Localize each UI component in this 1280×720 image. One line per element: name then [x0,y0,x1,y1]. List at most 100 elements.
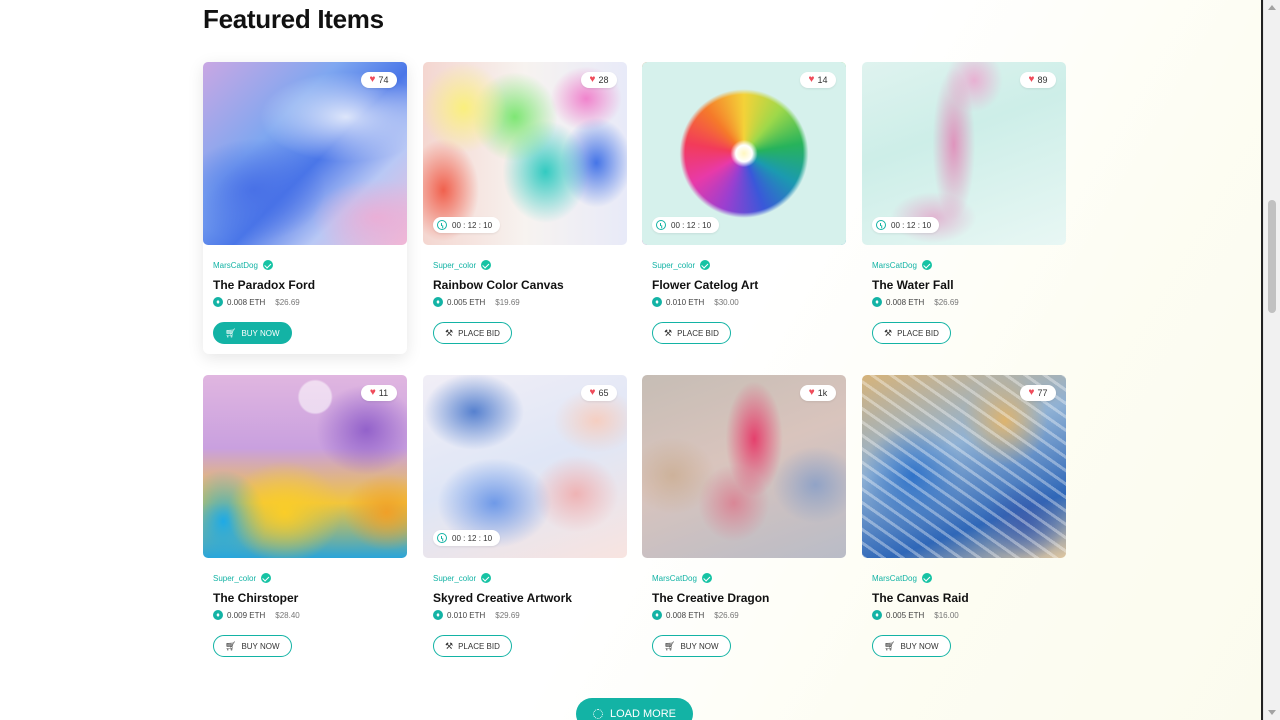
artwork-image[interactable]: ♥ 77 [862,375,1066,558]
heart-icon: ♥ [369,387,376,398]
artwork-image[interactable]: ♥ 65 00 : 12 : 10 [423,375,627,558]
load-more-button[interactable]: LOAD MORE [576,698,693,720]
cart-icon: 🛒︎ [225,640,237,651]
like-badge[interactable]: ♥ 74 [361,72,397,88]
heart-icon: ♥ [589,387,596,398]
artwork-image[interactable]: ♥ 74 [203,62,407,245]
eth-price: 0.005 ETH [447,297,486,307]
buy-now-button[interactable]: 🛒︎ BUY NOW [213,322,292,344]
eth-price: 0.010 ETH [666,297,705,307]
like-badge[interactable]: ♥ 65 [581,385,617,401]
item-title[interactable]: The Water Fall [872,277,1058,293]
item-title[interactable]: The Canvas Raid [872,590,1058,606]
scroll-up-arrow-icon[interactable] [1268,5,1276,10]
owner-name[interactable]: Super_color [213,574,256,583]
heart-icon: ♥ [1028,387,1035,398]
eth-price: 0.008 ETH [227,297,266,307]
cart-icon: 🛒︎ [664,640,676,651]
scrollbar-thumb[interactable] [1268,200,1276,313]
gavel-icon: ⚒ [884,327,893,338]
eth-price: 0.005 ETH [886,610,925,620]
usd-price: $19.69 [495,297,520,307]
eth-icon: ♦ [872,610,882,620]
item-card[interactable]: ♥ 65 00 : 12 : 10 Super_color Skyred Crea… [423,375,627,667]
owner-name[interactable]: MarsCatDog [872,574,917,583]
item-card[interactable]: ♥ 11 Super_color The Chirstoper ♦ 0.009 ET… [203,375,407,667]
cart-icon: 🛒︎ [225,327,237,338]
artwork-image[interactable]: ♥ 11 [203,375,407,558]
vertical-scrollbar[interactable] [1263,0,1280,720]
item-title[interactable]: Rainbow Color Canvas [433,277,619,293]
like-badge[interactable]: ♥ 89 [1020,72,1056,88]
owner-name[interactable]: Super_color [433,574,476,583]
heart-icon: ♥ [369,74,376,85]
item-title[interactable]: The Paradox Ford [213,277,399,293]
item-card[interactable]: ♥ 1k MarsCatDog The Creative Dragon ♦ 0.00… [642,375,846,667]
item-title[interactable]: Flower Catelog Art [652,277,838,293]
item-card[interactable]: ♥ 77 MarsCatDog The Canvas Raid ♦ 0.005 ET… [862,375,1066,667]
eth-price: 0.009 ETH [227,610,266,620]
like-badge[interactable]: ♥ 11 [361,385,397,401]
owner-name[interactable]: Super_color [652,261,695,270]
item-title[interactable]: The Creative Dragon [652,590,838,606]
scroll-down-arrow-icon[interactable] [1268,710,1276,715]
artwork-image[interactable]: ♥ 1k [642,375,846,558]
featured-items-grid: ♥ 74 MarsCatDog The Paradox Ford ♦ 0.008 E… [0,0,1280,720]
heart-icon: ♥ [808,387,815,398]
verified-icon [701,573,712,583]
usd-price: $16.00 [934,610,959,620]
artwork-image[interactable]: ♥ 89 00 : 12 : 10 [862,62,1066,245]
item-card[interactable]: ♥ 14 00 : 12 : 10 Super_color Flower Cate… [642,62,846,354]
clock-icon [876,220,886,230]
countdown-timer: 00 : 12 : 10 [433,530,501,546]
clock-icon [437,220,447,230]
like-badge[interactable]: ♥ 1k [800,385,836,401]
artwork-image[interactable]: ♥ 14 00 : 12 : 10 [642,62,846,245]
verified-icon [481,573,492,583]
countdown-timer: 00 : 12 : 10 [433,217,501,233]
buy-now-button[interactable]: 🛒︎ BUY NOW [652,635,731,657]
eth-price: 0.008 ETH [886,297,925,307]
item-title[interactable]: Skyred Creative Artwork [433,590,619,606]
item-card[interactable]: ♥ 28 00 : 12 : 10 Super_color Rainbow Col… [423,62,627,354]
countdown-timer: 00 : 12 : 10 [872,217,940,233]
eth-icon: ♦ [213,297,223,307]
usd-price: $30.00 [714,297,739,307]
verified-icon [921,573,932,583]
item-card[interactable]: ♥ 89 00 : 12 : 10 MarsCatDog The Water Fa… [862,62,1066,354]
eth-icon: ♦ [872,297,882,307]
spinner-icon [592,709,603,719]
usd-price: $29.69 [495,610,520,620]
item-title[interactable]: The Chirstoper [213,590,399,606]
verified-icon [481,260,492,270]
eth-icon: ♦ [213,610,223,620]
buy-now-button[interactable]: 🛒︎ BUY NOW [213,635,292,657]
eth-icon: ♦ [652,610,662,620]
like-badge[interactable]: ♥ 14 [800,72,836,88]
item-card[interactable]: ♥ 74 MarsCatDog The Paradox Ford ♦ 0.008 E… [203,62,407,354]
eth-icon: ♦ [433,610,443,620]
artwork-image[interactable]: ♥ 28 00 : 12 : 10 [423,62,627,245]
eth-price: 0.008 ETH [666,610,705,620]
place-bid-button[interactable]: ⚒ PLACE BID [433,635,512,657]
verified-icon [262,260,273,270]
gavel-icon: ⚒ [445,327,454,338]
heart-icon: ♥ [1028,74,1035,85]
eth-icon: ♦ [433,297,443,307]
owner-name[interactable]: MarsCatDog [872,261,917,270]
owner-name[interactable]: Super_color [433,261,476,270]
eth-price: 0.010 ETH [447,610,486,620]
heart-icon: ♥ [808,74,815,85]
countdown-timer: 00 : 12 : 10 [652,217,720,233]
place-bid-button[interactable]: ⚒ PLACE BID [872,322,951,344]
like-badge[interactable]: ♥ 77 [1020,385,1056,401]
buy-now-button[interactable]: 🛒︎ BUY NOW [872,635,951,657]
clock-icon [437,533,447,543]
owner-name[interactable]: MarsCatDog [213,261,258,270]
owner-name[interactable]: MarsCatDog [652,574,697,583]
usd-price: $26.69 [275,297,300,307]
place-bid-button[interactable]: ⚒ PLACE BID [433,322,512,344]
eth-icon: ♦ [652,297,662,307]
place-bid-button[interactable]: ⚒ PLACE BID [652,322,731,344]
like-badge[interactable]: ♥ 28 [581,72,617,88]
